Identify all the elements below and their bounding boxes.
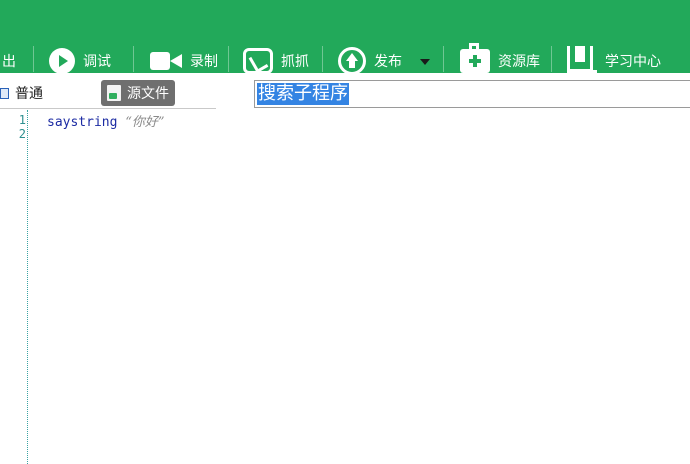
toolbar-separator: [133, 46, 134, 72]
resource-library-label: 资源库: [498, 54, 540, 70]
tab-normal[interactable]: 普通: [0, 82, 43, 104]
search-subroutine-input[interactable]: 搜索子程序: [254, 80, 690, 108]
resource-library-icon: [460, 43, 490, 73]
editor-gutter-divider: [27, 110, 28, 464]
export-label: 出: [2, 54, 16, 70]
search-input-selected-text: 搜索子程序: [257, 83, 349, 105]
publish-label: 发布: [374, 54, 402, 70]
record-label: 录制: [190, 54, 218, 70]
tab-divider: [0, 108, 216, 109]
code-editor[interactable]: [0, 110, 690, 464]
code-line[interactable]: saystring “你好”: [47, 111, 165, 130]
publish-dropdown-arrow-icon[interactable]: [420, 59, 430, 65]
camera-icon: [150, 50, 182, 72]
line-number: 2: [18, 127, 26, 141]
debug-label: 调试: [83, 54, 111, 70]
learning-center-label: 学习中心: [605, 54, 661, 70]
toolbar-separator: [443, 46, 444, 72]
source-file-icon: [107, 85, 121, 101]
grab-label: 抓抓: [281, 54, 309, 70]
toolbar-separator: [322, 46, 323, 72]
code-string: “你好”: [125, 115, 165, 130]
play-icon: [49, 48, 75, 74]
learning-center-icon: [567, 46, 597, 76]
toolbar-separator: [551, 46, 552, 72]
toolbar-separator: [33, 46, 34, 72]
tab-source-label: 源文件: [127, 86, 169, 102]
normal-view-icon: [0, 87, 9, 99]
tab-normal-label: 普通: [15, 86, 43, 102]
code-keyword: saystring: [47, 115, 118, 130]
tab-source-file[interactable]: 源文件: [101, 80, 175, 106]
publish-icon: [338, 47, 366, 75]
toolbar-separator: [228, 46, 229, 72]
grab-icon: [243, 48, 273, 74]
line-number: 1: [18, 113, 26, 127]
